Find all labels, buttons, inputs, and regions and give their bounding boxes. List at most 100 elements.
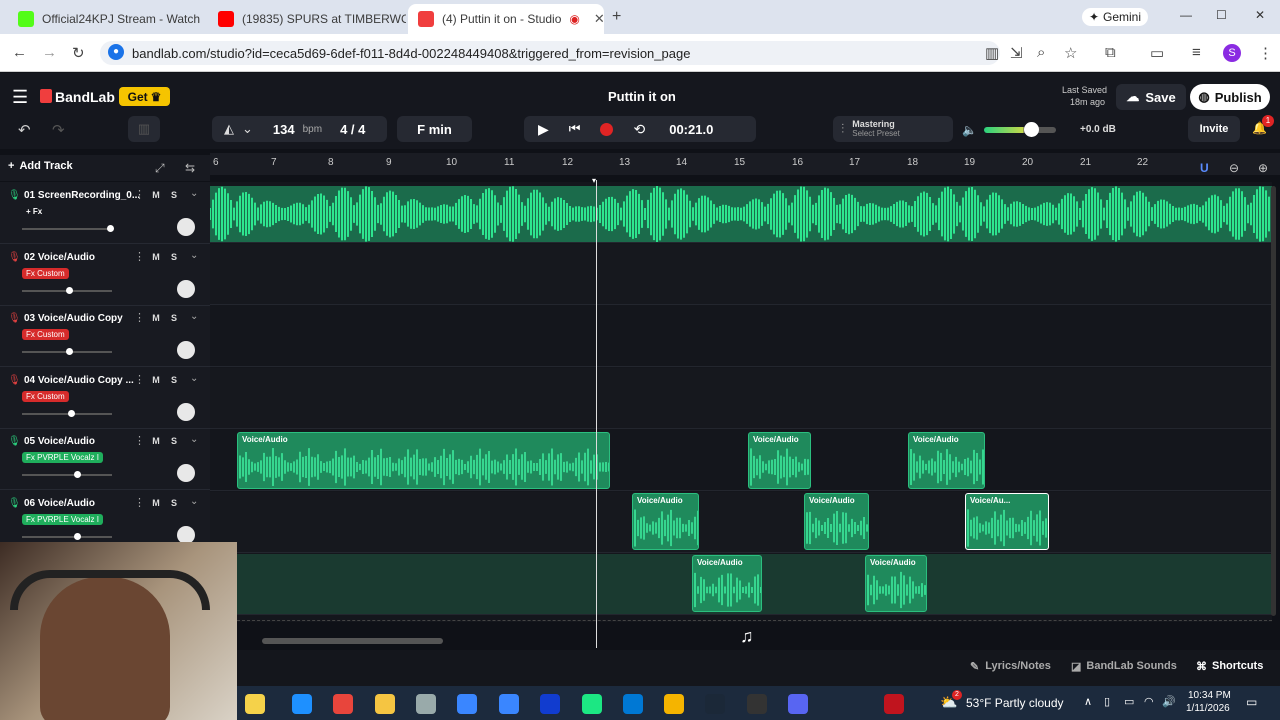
mute-button[interactable]: M: [149, 188, 163, 202]
track-options-icon[interactable]: ⋮: [134, 496, 145, 509]
speaker-icon[interactable]: 🔈: [962, 123, 977, 137]
track-fx-badge[interactable]: Fx PVRPLE Vocalz I: [22, 452, 103, 463]
track-volume-slider[interactable]: [22, 412, 112, 415]
close-tab-icon[interactable]: ✕: [594, 11, 604, 27]
mute-button[interactable]: M: [149, 311, 163, 325]
add-music-note-icon[interactable]: ♫: [740, 626, 754, 647]
forward-icon[interactable]: →: [42, 44, 57, 61]
clock-time[interactable]: 10:34 PM: [1188, 690, 1231, 701]
pan-knob[interactable]: [177, 341, 195, 359]
file-explorer-icon[interactable]: [375, 694, 395, 714]
solo-button[interactable]: S: [167, 250, 181, 264]
mute-button[interactable]: M: [149, 434, 163, 448]
time-signature[interactable]: 4 / 4: [340, 122, 365, 137]
loop-icon[interactable]: ⟲: [633, 121, 645, 138]
metronome-dropdown-icon[interactable]: ⌄: [242, 121, 253, 137]
key-selector[interactable]: F min: [397, 116, 472, 142]
chrome-icon[interactable]: [333, 694, 353, 714]
audio-clip[interactable]: Voice/Audio: [692, 555, 762, 612]
obs-icon[interactable]: [416, 694, 436, 714]
track-name[interactable]: 05 Voice/Audio: [24, 436, 95, 447]
save-button[interactable]: ☁ Save: [1116, 84, 1186, 110]
mastering-button[interactable]: ⫶ Mastering Select Preset: [833, 116, 953, 142]
audio-clip[interactable]: Voice/Audio: [237, 432, 610, 489]
automation-icon[interactable]: ⤢: [155, 161, 165, 176]
track-expand-icon[interactable]: ⌄: [190, 496, 198, 507]
track-settings-icon[interactable]: ⇆: [185, 161, 195, 175]
invite-button[interactable]: Invite: [1188, 116, 1240, 142]
rockstar-icon[interactable]: [664, 694, 684, 714]
mic-icon[interactable]: 🎙: [8, 498, 21, 509]
get-membership-button[interactable]: Get ♛: [119, 87, 170, 106]
pan-knob[interactable]: [177, 525, 195, 544]
bandlab-sounds-button[interactable]: ◪ BandLab Sounds: [1071, 660, 1177, 673]
hulu-icon[interactable]: [582, 694, 602, 714]
add-track-button[interactable]: + Add Track: [8, 160, 73, 172]
mute-button[interactable]: M: [149, 250, 163, 264]
track-volume-handle[interactable]: [107, 225, 114, 232]
pan-knob[interactable]: [177, 464, 195, 482]
project-title[interactable]: Puttin it on: [608, 89, 676, 104]
extensions-icon[interactable]: ⧉: [1105, 44, 1116, 61]
pan-knob[interactable]: [177, 218, 195, 236]
shortcuts-button[interactable]: ⌘ Shortcuts: [1196, 660, 1263, 673]
browser-menu-icon[interactable]: ⋮: [1258, 44, 1273, 62]
track-volume-handle[interactable]: [74, 532, 81, 540]
audio-clip-selected[interactable]: Voice/Au...: [965, 493, 1049, 550]
mic-icon[interactable]: 🎙: [8, 436, 21, 447]
browser-tab-bandlab[interactable]: (4) Puttin it on - Studio ◉ ✕: [408, 4, 604, 34]
browser-tab-kick[interactable]: Official24KPJ Stream - Watch Li ✕: [8, 4, 204, 34]
audio-clip[interactable]: Voice/Audio: [865, 555, 927, 612]
new-tab-icon[interactable]: +: [612, 8, 621, 26]
track-header[interactable]: 🎙 02 Voice/Audio Fx Custom ⋮ M S ⌄: [0, 244, 210, 306]
epic-games-icon[interactable]: [747, 694, 767, 714]
disney-icon[interactable]: [540, 694, 560, 714]
record-icon[interactable]: [600, 122, 614, 136]
track-fx-badge[interactable]: Fx PVRPLE Vocalz I: [22, 513, 103, 525]
discord-icon[interactable]: [788, 694, 808, 714]
solo-button[interactable]: S: [167, 188, 181, 202]
media-controls-icon[interactable]: ≡: [1192, 44, 1201, 61]
close-window-icon[interactable]: ✕: [1255, 8, 1265, 22]
store-icon[interactable]: [457, 694, 477, 714]
pan-knob[interactable]: [177, 279, 195, 298]
track-volume-slider[interactable]: [22, 228, 112, 230]
mixer-toggle-button[interactable]: ▥: [128, 116, 160, 142]
playhead[interactable]: [596, 180, 597, 648]
track-volume-handle[interactable]: [66, 348, 73, 355]
browser-tab-youtube[interactable]: (19835) SPURS at TIMBERWOLV ✕: [208, 4, 406, 34]
zoom-in-icon[interactable]: ⊕: [1258, 161, 1268, 175]
mic-icon[interactable]: 🎙: [8, 252, 21, 263]
solo-button[interactable]: S: [167, 311, 181, 325]
recording-app-icon[interactable]: [884, 694, 904, 714]
app-icon[interactable]: [623, 694, 643, 714]
mic-icon[interactable]: 🎙: [8, 375, 21, 386]
minimize-icon[interactable]: —: [1180, 8, 1192, 22]
track-fx-badge[interactable]: Fx Custom: [22, 329, 69, 340]
audio-region-screenrecording[interactable]: [210, 186, 1272, 242]
mail-icon[interactable]: [499, 694, 519, 714]
track-volume-handle[interactable]: [68, 409, 75, 417]
vertical-scrollbar[interactable]: [1271, 186, 1276, 616]
start-sparkle-icon[interactable]: [245, 694, 265, 714]
undo-icon[interactable]: ↶: [18, 121, 31, 139]
track-options-icon[interactable]: ⋮: [134, 311, 145, 324]
track-header[interactable]: 🎙 04 Voice/Audio Copy ... Fx Custom ⋮ M S ⌄: [0, 367, 210, 429]
horizontal-scrollbar[interactable]: [262, 638, 443, 644]
side-panel-icon[interactable]: ▭: [1150, 44, 1164, 62]
zoom-icon[interactable]: ⌕: [1037, 44, 1045, 61]
tray-chevron-icon[interactable]: ∧: [1084, 695, 1092, 708]
gemini-button[interactable]: ✦ Gemini: [1082, 8, 1148, 26]
master-volume-slider[interactable]: [984, 127, 1056, 133]
playhead-marker-icon[interactable]: ▾: [592, 176, 596, 185]
reload-icon[interactable]: ↻: [72, 44, 85, 62]
weather-text[interactable]: 53°F Partly cloudy: [966, 696, 1064, 710]
install-app-icon[interactable]: ⇲: [1010, 44, 1023, 62]
mute-button[interactable]: M: [149, 496, 163, 510]
track-fx-badge[interactable]: Fx Custom: [22, 390, 69, 402]
audio-clip[interactable]: Voice/Audio: [908, 432, 985, 489]
mic-icon[interactable]: 🎙: [8, 190, 21, 201]
track-volume-slider[interactable]: [22, 535, 112, 538]
back-icon[interactable]: ←: [12, 44, 27, 61]
solo-button[interactable]: S: [167, 373, 181, 387]
